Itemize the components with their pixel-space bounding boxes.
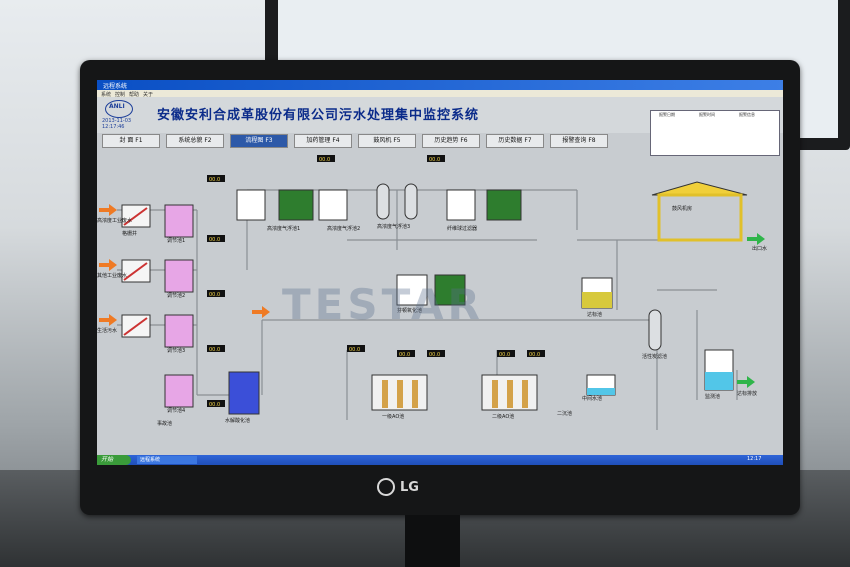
window-title: 远程系统	[103, 83, 128, 90]
tank-equalization-4	[164, 374, 194, 408]
unit-label: 调节池4	[167, 407, 185, 414]
unit-label: 纤维球过滤器	[447, 225, 477, 232]
readout-value: 00.0	[209, 177, 220, 183]
tab-f7[interactable]: 历史数据 F7	[486, 134, 544, 148]
inlet-label: 高浓度工业废水	[97, 217, 132, 224]
unit-label: 一级AO池	[382, 413, 404, 420]
readout-value: 00.0	[499, 352, 510, 358]
start-button[interactable]: 开始	[97, 455, 131, 465]
readout-value: 00.0	[209, 292, 220, 298]
navigation-tabs: 封 面 F1 系统总貌 F2 流程图 F3 加药管理 F4 鼓风机 F5 历史趋势 F6 历…	[102, 134, 647, 148]
tank-grid-chamber-3	[121, 314, 151, 338]
blower-house	[651, 181, 748, 242]
tank-monitoring	[704, 349, 734, 391]
logo-text: ANLI	[109, 103, 125, 110]
lg-logo-icon	[377, 478, 395, 496]
unit-label: 中间水池	[582, 395, 602, 402]
readout-value: 00.0	[529, 352, 540, 358]
tank-air-flotation-3	[446, 189, 522, 221]
unit-label: 调节池1	[167, 237, 185, 244]
tab-f8[interactable]: 报警查询 F8	[550, 134, 608, 148]
unit-label: 二级AO池	[492, 413, 514, 420]
unit-label: 调节池3	[167, 347, 185, 354]
taskbar	[97, 455, 783, 465]
watermark: TESTAR	[282, 280, 484, 329]
activated-carbon-filter	[648, 309, 662, 351]
readout-value: 00.0	[209, 347, 220, 353]
unit-label: 监测池	[705, 393, 720, 400]
app-title: 安徽安利合成革股份有限公司污水处理集中监控系统	[157, 108, 480, 123]
tab-f6[interactable]: 历史趋势 F6	[422, 134, 480, 148]
date-time-display: 2013-11-03 12:17:46	[102, 118, 131, 130]
unit-label: 高浓度气浮池3	[377, 223, 410, 230]
outlet-arrow-bottom	[737, 376, 755, 388]
unit-label: 格栅井	[122, 230, 137, 237]
tab-f2[interactable]: 系统总貌 F2	[166, 134, 224, 148]
readout-value: 00.0	[319, 157, 330, 163]
tank-equalization-1	[164, 204, 194, 238]
tank-hydrolysis	[228, 371, 260, 415]
tab-f5[interactable]: 鼓风机 F5	[358, 134, 416, 148]
tank-air-flotation-1	[236, 189, 314, 221]
inlet-label: 生活污水	[97, 327, 117, 334]
time-text: 12:17:46	[102, 124, 125, 130]
tank-ao-2	[481, 374, 538, 411]
unit-label: 达标池	[587, 311, 602, 318]
tank-compliance	[581, 277, 613, 309]
tab-f1[interactable]: 封 面 F1	[102, 134, 160, 148]
tank-air-flotation-2	[318, 189, 348, 221]
tab-f3[interactable]: 流程图 F3	[230, 134, 288, 148]
taskbar-clock: 12:17	[747, 456, 762, 462]
window-titlebar[interactable]: 远程系统	[97, 80, 783, 90]
readout-value: 00.0	[399, 352, 410, 358]
readout-value: 00.0	[429, 352, 440, 358]
alarm-time-header: 报警时间	[699, 112, 715, 117]
readout-value: 00.0	[349, 347, 360, 353]
tank-equalization-2	[164, 259, 194, 293]
alarm-info-header: 报警信息	[739, 112, 755, 117]
readout-value: 00.0	[209, 402, 220, 408]
readout-value: 00.0	[429, 157, 440, 163]
outlet-arrow-top	[747, 233, 765, 245]
outlet-label: 达标排放	[737, 390, 757, 397]
menu-bar: 系统 控制 帮助 关于	[97, 90, 783, 98]
unit-label: 二沉池	[557, 410, 572, 417]
tank-equalization-3	[164, 314, 194, 348]
unit-label: 高浓度气浮池1	[267, 225, 300, 232]
readout-value: 00.0	[209, 237, 220, 243]
monitor-screen: 远程系统 系统 控制 帮助 关于 ANLI 2013-11-03 12:17:4…	[97, 80, 783, 465]
tank-ao-1	[371, 374, 428, 411]
monitor-stand	[405, 515, 460, 567]
alarm-date-header: 报警日期	[659, 112, 675, 117]
tab-f4[interactable]: 加药管理 F4	[294, 134, 352, 148]
taskbar-item[interactable]: 远程系统	[137, 456, 197, 464]
unit-label: 调节池2	[167, 292, 185, 299]
unit-label: 活性炭滤池	[642, 353, 667, 360]
unit-label: 事故池	[157, 420, 172, 427]
unit-label: 鼓风机房	[672, 205, 692, 212]
monitor-brand: LG	[400, 480, 419, 495]
unit-label: 水解酸化池	[225, 417, 250, 424]
outlet-label: 出口水	[752, 245, 767, 252]
tank-intermediate	[586, 374, 616, 396]
unit-label: 高浓度气浮池2	[327, 225, 360, 232]
inlet-label: 其他工业废水	[97, 272, 127, 279]
